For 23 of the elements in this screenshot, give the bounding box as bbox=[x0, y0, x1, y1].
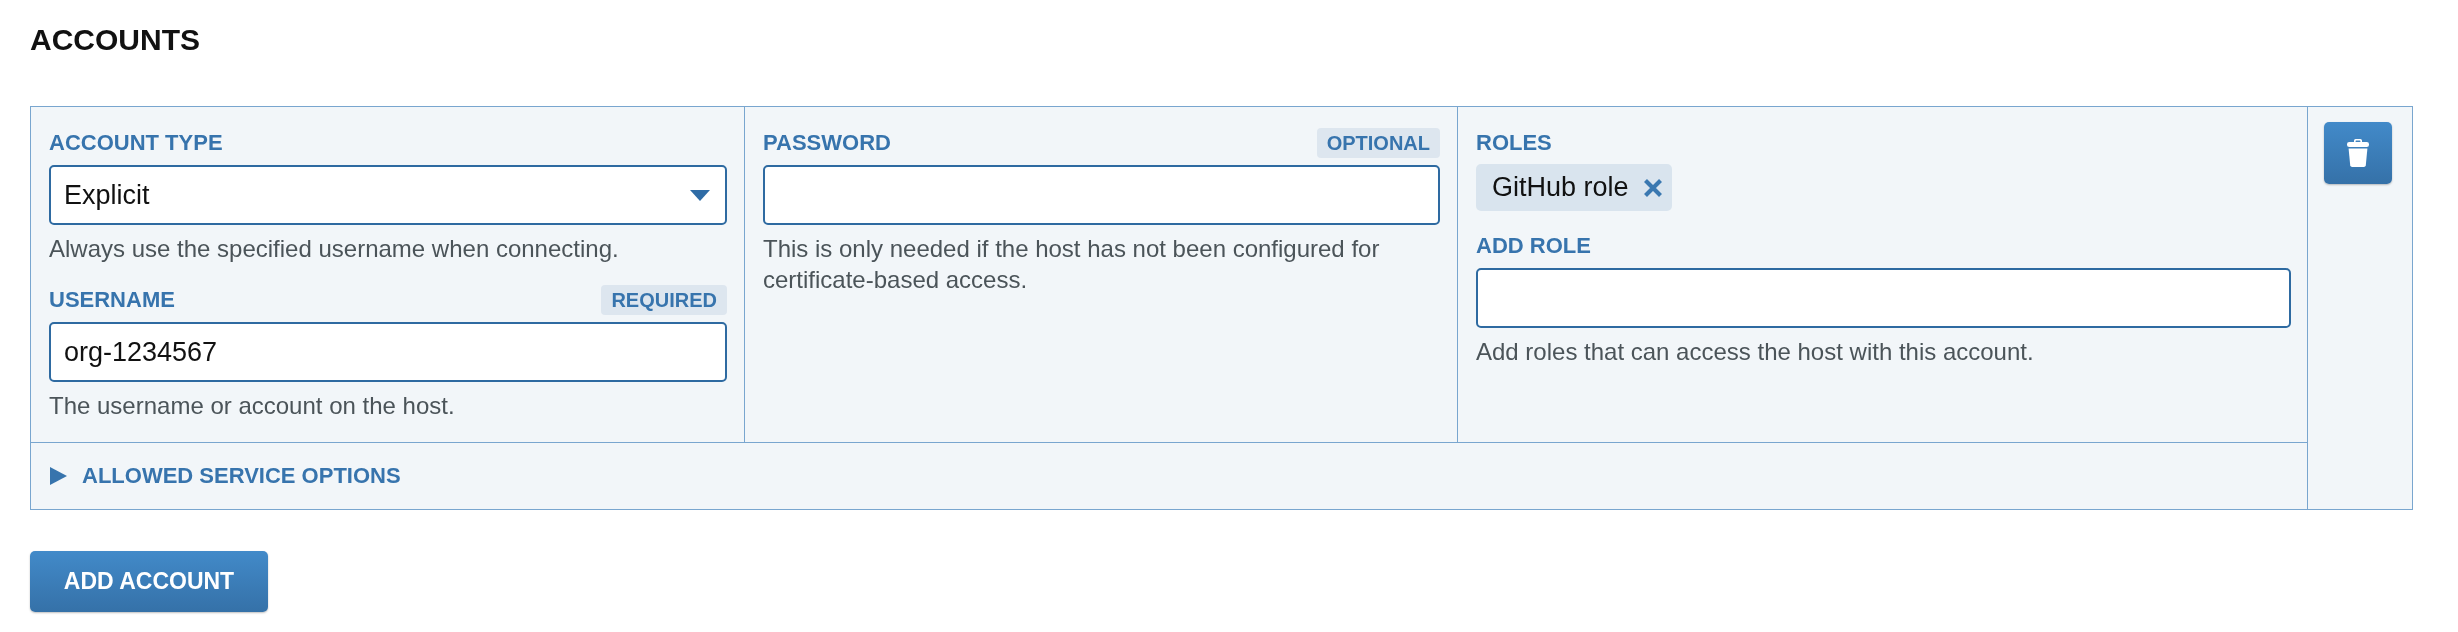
section-title: ACCOUNTS bbox=[30, 22, 201, 58]
role-chip-label: GitHub role bbox=[1492, 172, 1629, 203]
requirement-badge: REQUIRED bbox=[601, 285, 727, 315]
help-text: This is only needed if the host has not been configured for certificate-based access. bbox=[763, 234, 1381, 295]
field-label: ACCOUNT TYPE bbox=[49, 129, 223, 157]
field-label: ROLES bbox=[1476, 129, 1552, 157]
add-account-button[interactable]: ADD ACCOUNT bbox=[30, 551, 268, 612]
help-text: The username or account on the host. bbox=[49, 391, 456, 421]
help-text: Always use the specified username when connecting. bbox=[49, 234, 620, 264]
delete-button[interactable] bbox=[2324, 122, 2392, 184]
field-label: PASSWORD bbox=[763, 129, 891, 157]
field-label: USERNAME bbox=[49, 286, 175, 314]
account-type-dropdown[interactable]: Explicit bbox=[49, 165, 727, 225]
add-role-input[interactable] bbox=[1476, 268, 2291, 328]
help-text: Add roles that can access the host with this account. bbox=[1476, 337, 2035, 367]
username-input[interactable]: org-1234567 bbox=[49, 322, 727, 382]
requirement-badge: OPTIONAL bbox=[1316, 128, 1440, 158]
trash-icon bbox=[2346, 138, 2370, 168]
remove-icon[interactable] bbox=[1642, 177, 1663, 198]
password-input[interactable] bbox=[763, 165, 1440, 225]
service-options-toggle[interactable]: ALLOWED SERVICE OPTIONS bbox=[50, 463, 401, 489]
caret-icon bbox=[690, 189, 710, 201]
field-label: ADD ROLE bbox=[1476, 232, 1591, 260]
